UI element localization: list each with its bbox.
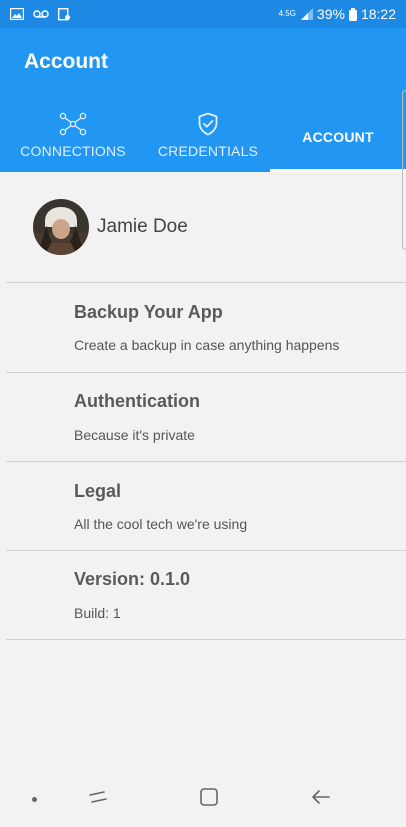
battery-icon bbox=[348, 7, 357, 21]
tab-account-label: ACCOUNT bbox=[302, 129, 374, 145]
list-item-title: Legal bbox=[74, 481, 122, 501]
list-item-subtitle: All the cool tech we're using bbox=[74, 516, 248, 532]
network-type: 4.5G bbox=[278, 9, 296, 18]
list-item-legal[interactable]: Legal All the cool tech we're using bbox=[0, 462, 406, 551]
profile-name: Jamie Doe bbox=[97, 216, 188, 237]
tab-connections[interactable]: CONNECTIONS bbox=[0, 102, 146, 172]
list-item-authentication[interactable]: Authentication Because it's private bbox=[0, 373, 406, 462]
tab-credentials[interactable]: CREDENTIALS bbox=[146, 102, 270, 172]
shield-check-icon bbox=[198, 112, 218, 136]
list-item-subtitle: Create a backup in case anything happens bbox=[74, 337, 340, 353]
signal-icon bbox=[300, 8, 313, 20]
connections-network-icon bbox=[59, 112, 87, 136]
avatar[interactable] bbox=[33, 199, 89, 255]
list-item-title: Backup Your App bbox=[74, 302, 223, 322]
app-bar: Account CONNECTIONS CREDENTIALS ACCOUNT bbox=[0, 28, 406, 172]
gallery-icon bbox=[10, 8, 24, 20]
status-notifications bbox=[10, 7, 71, 21]
clock: 18:22 bbox=[360, 6, 396, 22]
tab-credentials-label: CREDENTIALS bbox=[157, 143, 259, 159]
voicemail-icon bbox=[33, 10, 49, 18]
profile-row[interactable]: Jamie Doe bbox=[0, 172, 406, 282]
list-item-subtitle: Build: 1 bbox=[74, 605, 121, 621]
list-item-backup[interactable]: Backup Your App Create a backup in case … bbox=[0, 283, 406, 372]
tab-connections-label: CONNECTIONS bbox=[20, 143, 126, 159]
nav-dot-icon bbox=[32, 797, 37, 802]
list-item-title: Version: 0.1.0 bbox=[74, 569, 191, 589]
list-item-version[interactable]: Version: 0.1.0 Build: 1 bbox=[0, 551, 406, 640]
tab-account[interactable]: ACCOUNT bbox=[270, 102, 406, 172]
status-system: 4.5G 39% 18:22 bbox=[279, 6, 396, 22]
screenshot-icon bbox=[58, 7, 70, 20]
battery-percent: 39% bbox=[316, 6, 345, 22]
list-item-title: Authentication bbox=[74, 391, 200, 411]
system-nav-bar bbox=[0, 771, 406, 827]
recent-apps-icon[interactable] bbox=[86, 785, 110, 809]
page-title: Account bbox=[24, 50, 108, 73]
home-icon[interactable] bbox=[197, 785, 221, 809]
divider bbox=[6, 639, 406, 640]
status-bar: 4.5G 39% 18:22 bbox=[0, 0, 406, 28]
avatar-photo-icon bbox=[33, 199, 89, 255]
tab-bar: CONNECTIONS CREDENTIALS ACCOUNT bbox=[0, 102, 406, 172]
back-icon[interactable] bbox=[309, 785, 333, 809]
list-item-subtitle: Because it's private bbox=[74, 427, 195, 443]
